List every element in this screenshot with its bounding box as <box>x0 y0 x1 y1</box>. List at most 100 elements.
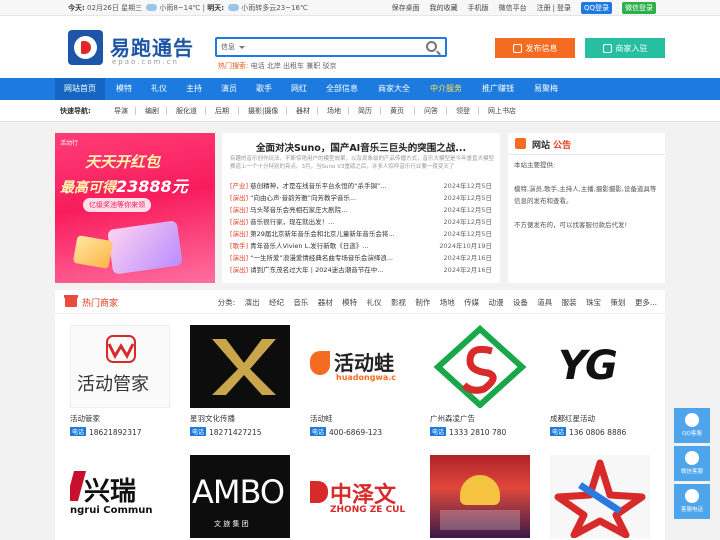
nav-host[interactable]: 主持 <box>186 78 202 100</box>
qq-login-button[interactable]: QQ登录 <box>580 2 612 14</box>
register-link[interactable]: 注册 <box>537 3 551 13</box>
search-box[interactable]: 信息 <box>215 37 447 57</box>
merchant-join-button[interactable]: 商家入驻 <box>585 38 665 58</box>
save-desktop-link[interactable]: 保存桌面 <box>392 3 420 13</box>
merchant-photo[interactable] <box>430 455 530 538</box>
category-link[interactable]: 服装 <box>562 298 577 307</box>
phone-service-button[interactable]: 客服电话 <box>674 484 710 519</box>
news-row[interactable]: [演出] 请到广东茂名过大年丨2024迷古潮音节在中... 2024年2月16日 <box>230 265 496 276</box>
news-row[interactable]: [演出] “一生所爱”浪漫爱情经典名曲专场音乐会演绎浪... 2024年2月16日 <box>230 253 496 264</box>
merchant-logo[interactable]: YG <box>550 325 650 408</box>
merchant-logo[interactable] <box>550 455 650 538</box>
quick-item[interactable]: 服化道 <box>176 106 197 116</box>
news-title[interactable]: 音乐很行家，现在就出发！... <box>250 218 334 226</box>
news-headline[interactable]: 全面对决Suno，国产AI音乐三巨头的突围之战... <box>222 140 500 154</box>
merchant-card[interactable]: 星羽文化传播 电话 18271427215 <box>190 325 290 437</box>
category-link[interactable]: 策划 <box>610 298 625 307</box>
merchant-logo[interactable] <box>430 325 530 408</box>
quick-item[interactable]: 导演 <box>114 106 128 116</box>
favorites-link[interactable]: 我的收藏 <box>430 3 458 13</box>
hot-search-keywords[interactable]: 电话 北岸 出租车 兼职 驳京 <box>251 62 337 70</box>
merchant-card[interactable]: 兴瑞 ngrui Commun <box>70 455 170 538</box>
merchant-logo[interactable] <box>190 325 290 408</box>
quick-item[interactable]: 问答 <box>424 106 438 116</box>
category-link[interactable]: 器材 <box>318 298 333 307</box>
quick-item[interactable]: 黄页 <box>390 106 404 116</box>
news-row[interactable]: [产业] 慈创精神，才是在线音乐平台永恒的“杀手锏”... 2024年12月5日 <box>230 181 496 192</box>
merchant-name[interactable]: 星羽文化传播 <box>190 413 290 424</box>
quick-item[interactable]: 简历 <box>358 106 372 116</box>
quick-item[interactable]: 器材 <box>296 106 310 116</box>
nav-singer[interactable]: 歌手 <box>256 78 272 100</box>
news-row[interactable]: [演出] 音乐很行家，现在就出发！... 2024年12月5日 <box>230 217 496 228</box>
news-row[interactable]: [演出] 马头琴音乐会亮相石家庄大剧院... 2024年12月5日 <box>230 205 496 216</box>
news-title[interactable]: 青年音乐人Vivien L.发行新歌《日逝》... <box>250 242 368 250</box>
merchant-name[interactable]: 广州森凌广告 <box>430 413 530 424</box>
logo-text[interactable]: 易跑通告 <box>110 32 194 61</box>
news-title[interactable]: 第29届北京新年音乐会和北京儿童新年音乐会将... <box>250 230 394 238</box>
category-link[interactable]: 制作 <box>415 298 430 307</box>
promo-banner[interactable]: 活动行 天天开红包 最高可得23888元 亿级奖池等你来领 <box>55 133 215 283</box>
nav-actor[interactable]: 演员 <box>221 78 237 100</box>
quick-item[interactable]: 网上书店 <box>488 106 516 116</box>
merchant-card[interactable]: 中泽文 ZHONG ZE CUL <box>310 455 410 538</box>
news-title[interactable]: “一生所爱”浪漫爱情经典名曲专场音乐会演绎浪... <box>250 254 393 262</box>
quick-item[interactable]: 后期 <box>215 106 229 116</box>
quick-item[interactable]: 领登 <box>456 106 470 116</box>
nav-influencer[interactable]: 网红 <box>291 78 307 100</box>
category-link[interactable]: 演出 <box>245 298 260 307</box>
wechat-service-button[interactable]: 微信客服 <box>674 446 710 481</box>
merchant-card[interactable]: AMBO 文 旅 集 团 <box>190 455 290 538</box>
category-link[interactable]: 珠宝 <box>586 298 601 307</box>
merchant-logo[interactable]: 兴瑞 ngrui Commun <box>70 455 170 538</box>
category-link[interactable]: 模特 <box>342 298 357 307</box>
news-title[interactable]: “向由心声·音韵芳雅”向芳教学音乐... <box>250 194 356 202</box>
news-row[interactable]: [歌手] 青年音乐人Vivien L.发行新歌《日逝》... 2024年10月19… <box>230 241 496 252</box>
news-title[interactable]: 马头琴音乐会亮相石家庄大剧院... <box>250 206 347 214</box>
nav-model[interactable]: 模特 <box>116 78 132 100</box>
mobile-link[interactable]: 手机版 <box>468 3 489 13</box>
news-title[interactable]: 慈创精神，才是在线音乐平台永恒的“杀手锏”... <box>250 182 386 190</box>
quick-item[interactable]: 摄影|摄像 <box>248 106 278 116</box>
logo-icon[interactable] <box>68 30 103 65</box>
merchant-card[interactable]: 广州森凌广告 电话 1333 2810 780 <box>430 325 530 437</box>
merchant-name[interactable]: 活动管家 <box>70 413 170 424</box>
nav-etiquette[interactable]: 礼仪 <box>151 78 167 100</box>
category-link[interactable]: 传媒 <box>464 298 479 307</box>
search-category-select[interactable]: 信息 <box>221 42 235 52</box>
news-title[interactable]: 请到广东茂名过大年丨2024迷古潮音节在中... <box>250 266 383 274</box>
merchant-card[interactable] <box>430 455 530 538</box>
merchant-name[interactable]: 成都红星活动 <box>550 413 650 424</box>
merchant-card[interactable]: 活动管家 活动管家 电话 18621892317 <box>70 325 170 437</box>
quick-item[interactable]: 编剧 <box>145 106 159 116</box>
wechat-platform-link[interactable]: 微信平台 <box>499 3 527 13</box>
nav-promote[interactable]: 推广赚钱 <box>482 78 514 100</box>
news-row[interactable]: [演出] “向由心声·音韵芳雅”向芳教学音乐... 2024年12月5日 <box>230 193 496 204</box>
category-link[interactable]: 道具 <box>537 298 552 307</box>
merchant-logo[interactable]: 活动蛙 huadongwa.c <box>310 325 410 408</box>
category-link[interactable]: 场地 <box>440 298 455 307</box>
merchant-card[interactable] <box>550 455 650 538</box>
category-link[interactable]: 经纪 <box>269 298 284 307</box>
nav-agency[interactable]: 中介服务 <box>430 78 462 100</box>
merchant-logo[interactable]: 活动管家 <box>70 325 170 408</box>
category-link[interactable]: 音乐 <box>293 298 308 307</box>
nav-merchants[interactable]: 商家大全 <box>378 78 410 100</box>
quick-item[interactable]: 场地 <box>327 106 341 116</box>
qq-service-button[interactable]: QQ客服 <box>674 408 710 443</box>
wechat-login-button[interactable]: 微信登录 <box>622 2 656 14</box>
merchant-card[interactable]: YG 成都红星活动 电话 136 0806 8886 <box>550 325 650 437</box>
nav-home[interactable]: 网站首页 <box>55 78 105 100</box>
category-link[interactable]: 动漫 <box>489 298 504 307</box>
category-link[interactable]: 影视 <box>391 298 406 307</box>
login-link[interactable]: 登录 <box>557 3 571 13</box>
category-link[interactable]: 礼仪 <box>367 298 382 307</box>
merchant-logo[interactable]: 中泽文 ZHONG ZE CUL <box>310 455 410 538</box>
nav-all-info[interactable]: 全部信息 <box>326 78 358 100</box>
nav-yijumei[interactable]: 易聚梅 <box>534 78 558 100</box>
publish-button[interactable]: 发布信息 <box>495 38 575 58</box>
news-row[interactable]: [演出] 第29届北京新年音乐会和北京儿童新年音乐会将... 2024年12月5日 <box>230 229 496 240</box>
merchant-logo[interactable]: AMBO 文 旅 集 团 <box>190 455 290 538</box>
merchant-card[interactable]: 活动蛙 huadongwa.c 活动蛙 电话 400-6869-123 <box>310 325 410 437</box>
search-icon[interactable] <box>426 41 437 52</box>
